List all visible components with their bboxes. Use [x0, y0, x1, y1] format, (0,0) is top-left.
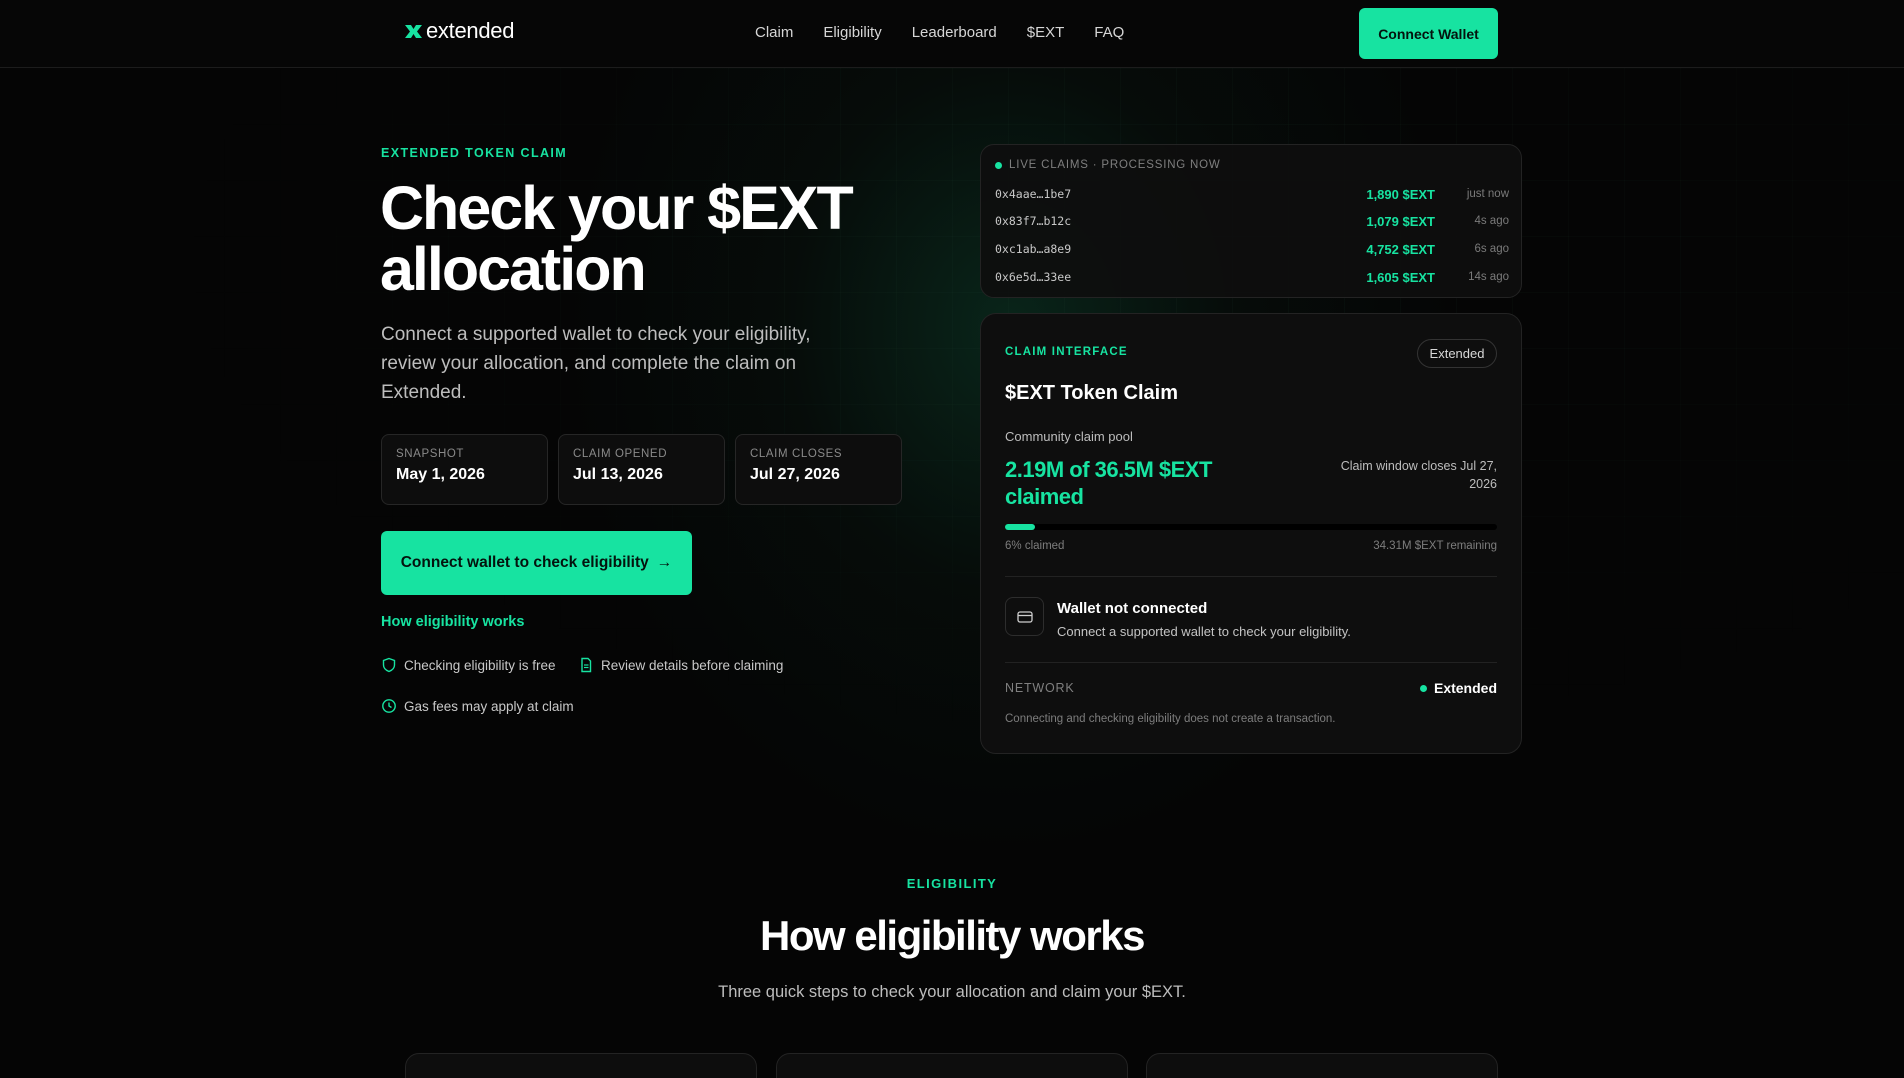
clock-icon: [382, 699, 396, 713]
feature-gas: Gas fees may apply at claim: [381, 698, 574, 714]
live-dot-icon: [995, 161, 1002, 169]
pool-value: 2.19M of 36.5M $EXT claimed: [1005, 457, 1212, 509]
claim-title: $EXT Token Claim: [1005, 382, 1179, 404]
hero-subtitle: Connect a supported wallet to check your…: [381, 324, 811, 403]
feature-free: Checking eligibility is free: [381, 657, 556, 673]
claim-progress-fill: [1005, 524, 1035, 530]
stat-value: Jul 27, 2026: [750, 466, 840, 483]
claim-address: 0xc1ab…a8e9: [995, 242, 1072, 256]
stat-value: May 1, 2026: [396, 466, 485, 483]
progress-claimed-label: 6% claimed: [1005, 540, 1065, 552]
step-card: [405, 1053, 757, 1078]
hero-title: Check your $EXT allocation: [380, 174, 854, 303]
stat-value: Jul 13, 2026: [573, 466, 663, 483]
eligibility-eyebrow: ELIGIBILITY: [906, 876, 998, 891]
claim-address: 0x4aae…1be7: [995, 187, 1072, 201]
pool-label: Community claim pool: [1005, 429, 1133, 444]
feature-label: Review details before claiming: [601, 657, 784, 673]
network-badge: Extended: [1417, 339, 1497, 368]
logo-text: extended: [426, 18, 515, 43]
background-grid: [0, 68, 1904, 828]
shield-icon: [382, 657, 396, 673]
divider: [1005, 576, 1497, 577]
nav-faq[interactable]: FAQ: [1094, 24, 1124, 41]
stat-label: CLAIM CLOSES: [750, 448, 843, 460]
nav-eligibility[interactable]: Eligibility: [823, 24, 881, 41]
feature-label: Gas fees may apply at claim: [404, 698, 574, 714]
stat-label: SNAPSHOT: [396, 448, 465, 460]
list-item: 0x83f7…b12c 1,079 $EXT 4s ago: [995, 214, 1509, 234]
claim-address: 0x6e5d…33ee: [995, 270, 1072, 284]
list-item: 0x6e5d…33ee 1,605 $EXT 14s ago: [995, 270, 1509, 290]
cta-label: Connect wallet to check eligibility: [400, 554, 649, 571]
how-eligibility-link[interactable]: How eligibility works: [381, 614, 524, 630]
logo-mark-icon: [405, 23, 422, 40]
claim-amount: 1,605 $EXT: [1366, 270, 1435, 285]
live-claims-card: LIVE CLAIMS · PROCESSING NOW 0x4aae…1be7…: [980, 144, 1522, 298]
main-nav: Claim Eligibility Leaderboard $EXT FAQ: [755, 24, 1124, 41]
status-dot-icon: [1419, 684, 1427, 692]
network-name: Extended: [1433, 680, 1497, 696]
feature-review: Review details before claiming: [578, 657, 783, 673]
claim-address: 0x83f7…b12c: [995, 214, 1072, 228]
document-icon: [581, 657, 592, 673]
nav-leaderboard[interactable]: Leaderboard: [912, 24, 997, 41]
stat-claim-opened: CLAIM OPENED Jul 13, 2026: [558, 434, 725, 505]
claim-amount: 1,890 $EXT: [1366, 187, 1435, 202]
progress-remaining-label: 34.31M $EXT remaining: [1373, 540, 1497, 552]
stat-snapshot: SNAPSHOT May 1, 2026: [381, 434, 548, 505]
divider: [1005, 662, 1497, 663]
wallet-status-subtitle: Connect a supported wallet to check your…: [1057, 624, 1351, 639]
wallet-status-title: Wallet not connected: [1057, 600, 1208, 617]
step-card: [776, 1053, 1128, 1078]
hero-eyebrow: EXTENDED TOKEN CLAIM: [381, 146, 568, 160]
claim-eyebrow: CLAIM INTERFACE: [1005, 346, 1128, 358]
step-card: [1146, 1053, 1498, 1078]
eligibility-title: How eligibility works: [760, 912, 1145, 959]
claim-amount: 1,079 $EXT: [1366, 214, 1435, 229]
connect-wallet-button[interactable]: Connect Wallet: [1359, 8, 1498, 59]
arrow-right-icon: →: [656, 554, 673, 571]
check-eligibility-button[interactable]: Connect wallet to check eligibility →: [381, 531, 692, 595]
claim-interface-card: CLAIM INTERFACE Extended $EXT Token Clai…: [980, 313, 1522, 754]
stat-label: CLAIM OPENED: [573, 448, 668, 460]
network-value: Extended: [1419, 680, 1497, 696]
claim-time: just now: [1466, 188, 1509, 200]
list-item: 0x4aae…1be7 1,890 $EXT just now: [995, 187, 1509, 207]
claim-progress-bar: [1005, 524, 1497, 530]
nav-claim[interactable]: Claim: [755, 24, 793, 41]
claim-amount: 4,752 $EXT: [1366, 242, 1435, 257]
claim-time: 6s ago: [1474, 243, 1509, 255]
claim-time: 14s ago: [1468, 271, 1509, 283]
nav-ext[interactable]: $EXT: [1027, 24, 1065, 41]
stat-claim-closes: CLAIM CLOSES Jul 27, 2026: [735, 434, 902, 505]
network-label: NETWORK: [1005, 681, 1075, 695]
claim-window-text: Claim window closes Jul 27, 2026: [1340, 459, 1497, 491]
live-claims-header: LIVE CLAIMS · PROCESSING NOW: [995, 159, 1221, 171]
eligibility-subtitle: Three quick steps to check your allocati…: [718, 983, 1186, 1001]
claim-disclaimer: Connecting and checking eligibility does…: [1005, 713, 1336, 725]
top-header: extended Claim Eligibility Leaderboard $…: [0, 0, 1904, 68]
wallet-icon: [1005, 597, 1044, 636]
list-item: 0xc1ab…a8e9 4,752 $EXT 6s ago: [995, 242, 1509, 262]
claim-time: 4s ago: [1474, 215, 1509, 227]
live-claims-title: LIVE CLAIMS · PROCESSING NOW: [1009, 159, 1221, 171]
logo[interactable]: extended: [405, 18, 514, 44]
feature-label: Checking eligibility is free: [404, 657, 556, 673]
